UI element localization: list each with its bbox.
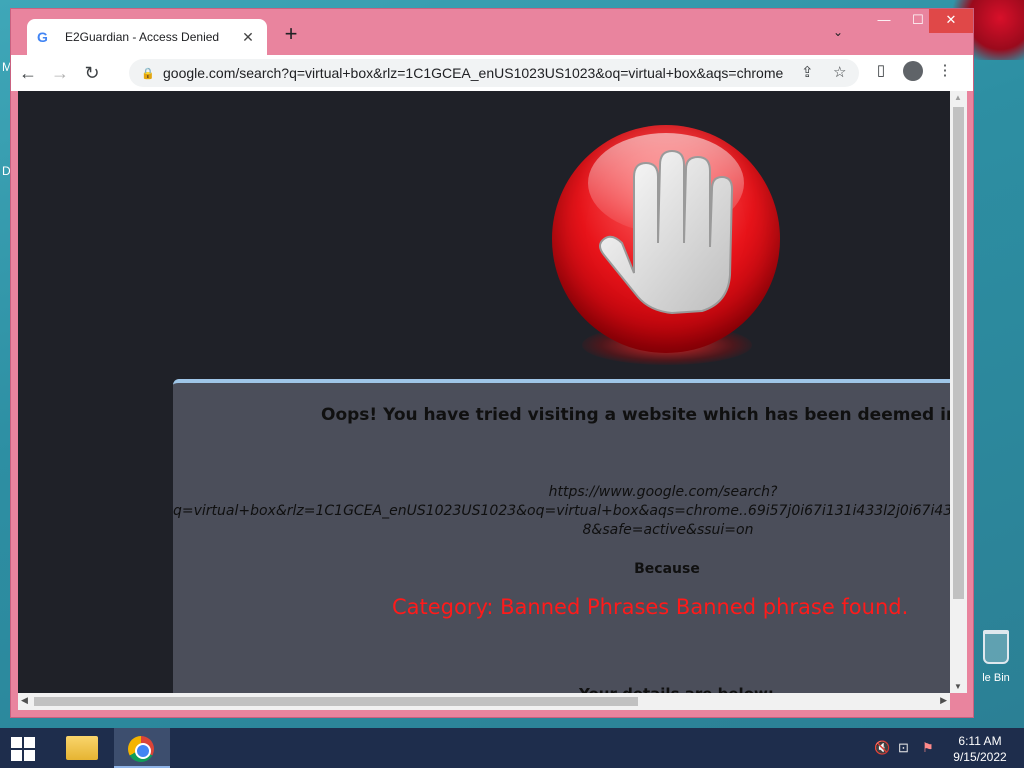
close-window-button[interactable]: ✕ xyxy=(929,9,973,33)
block-category: Category: Banned Phrases Banned phrase f… xyxy=(392,595,909,619)
taskbar: 🔇 ⊡ ⚑ 6:11 AM 9/15/2022 xyxy=(0,728,1024,768)
bookmark-star-icon[interactable]: ☆ xyxy=(833,63,846,81)
browser-window: G E2Guardian - Access Denied ✕ + ⌄ — ☐ ✕… xyxy=(10,8,974,718)
tab-title: E2Guardian - Access Denied xyxy=(65,30,220,44)
windows-logo-icon xyxy=(11,737,22,748)
start-button[interactable] xyxy=(0,728,48,768)
recycle-bin[interactable]: le Bin xyxy=(968,630,1024,684)
scroll-up-icon[interactable]: ▲ xyxy=(954,93,962,102)
tab-search-chevron-icon[interactable]: ⌄ xyxy=(833,25,843,39)
new-tab-button[interactable]: + xyxy=(279,23,303,47)
page-viewport: Oops! You have tried visiting a website … xyxy=(18,91,950,693)
details-label: Your details are below: xyxy=(579,685,774,693)
back-button[interactable]: ← xyxy=(13,58,43,88)
action-center-flag-icon[interactable]: ⚑ xyxy=(922,740,934,756)
google-favicon-icon: G xyxy=(37,29,48,45)
forward-button[interactable]: → xyxy=(45,58,75,88)
blocked-url-line-2: q=virtual+box&rlz=1C1GCEA_enUS1023US1023… xyxy=(173,503,950,519)
stop-hand-icon xyxy=(552,125,782,385)
horizontal-scroll-thumb[interactable] xyxy=(34,697,638,706)
side-panel-icon[interactable]: ▯ xyxy=(869,61,893,79)
browser-menu-icon[interactable]: ⋮ xyxy=(933,61,957,79)
recycle-bin-icon xyxy=(983,630,1009,664)
profile-icon xyxy=(903,61,923,81)
folder-icon xyxy=(66,736,98,760)
tab-close-icon[interactable]: ✕ xyxy=(239,29,257,46)
vertical-scroll-thumb[interactable] xyxy=(953,107,964,599)
profile-avatar[interactable] xyxy=(901,61,925,85)
reload-button[interactable]: ↻ xyxy=(77,58,107,88)
share-icon[interactable]: ⇪ xyxy=(801,63,814,81)
address-bar[interactable]: 🔒 google.com/search?q=virtual+box&rlz=1C… xyxy=(129,59,859,87)
address-url[interactable]: google.com/search?q=virtual+box&rlz=1C1G… xyxy=(163,65,783,81)
scroll-left-icon[interactable]: ◀ xyxy=(21,695,28,706)
blocked-url-line-1: https://www.google.com/search? xyxy=(548,484,778,500)
browser-titlebar[interactable]: G E2Guardian - Access Denied ✕ + ⌄ — ☐ ✕ xyxy=(11,9,973,55)
recycle-bin-label: le Bin xyxy=(982,672,1010,684)
taskbar-file-explorer[interactable] xyxy=(54,728,110,768)
because-label: Because xyxy=(634,561,700,577)
scroll-down-icon[interactable]: ▼ xyxy=(954,682,962,691)
network-icon[interactable]: ⊡ xyxy=(898,740,909,756)
minimize-button[interactable]: — xyxy=(867,9,901,33)
volume-muted-icon[interactable]: 🔇 xyxy=(874,740,890,756)
clock-date: 9/15/2022 xyxy=(953,750,1007,764)
block-message-panel: Oops! You have tried visiting a website … xyxy=(173,379,950,693)
block-headline: Oops! You have tried visiting a website … xyxy=(321,405,950,425)
horizontal-scrollbar[interactable]: ◀ ▶ xyxy=(18,693,950,710)
taskbar-chrome[interactable] xyxy=(114,728,170,768)
blocked-url: https://www.google.com/search? q=virtual… xyxy=(173,483,950,540)
lock-icon[interactable]: 🔒 xyxy=(141,67,155,80)
vertical-scrollbar[interactable]: ▲ ▼ xyxy=(950,91,967,693)
chrome-icon xyxy=(128,736,154,762)
scroll-right-icon[interactable]: ▶ xyxy=(940,695,947,706)
clock-time: 6:11 AM xyxy=(958,734,1002,748)
taskbar-clock[interactable]: 6:11 AM 9/15/2022 xyxy=(946,733,1014,765)
blocked-url-line-3: 8&safe=active&ssui=on xyxy=(582,522,754,538)
tab-access-denied[interactable]: G E2Guardian - Access Denied ✕ xyxy=(27,19,267,55)
browser-toolbar: ← → ↻ 🔒 google.com/search?q=virtual+box&… xyxy=(11,55,973,91)
raised-hand-icon xyxy=(599,149,734,315)
